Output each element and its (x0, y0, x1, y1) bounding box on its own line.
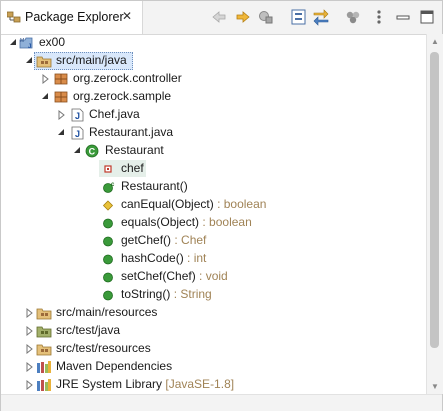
tree-label: hashCode() : int (121, 251, 207, 265)
tree-item-method-tostring[interactable]: toString() : String (1, 286, 426, 304)
tree-item-package-sample[interactable]: org.zerock.sample (1, 88, 426, 106)
svg-text:M: M (20, 38, 24, 44)
project-tree: M J ex00 src/main/java org.zerock.contro… (1, 34, 426, 394)
tree-label: equals(Object) : boolean (121, 215, 252, 229)
tree-label: setChef(Chef) : void (121, 269, 228, 283)
tree-label: Chef.java (89, 107, 140, 121)
tree-label: org.zerock.controller (73, 71, 182, 85)
svg-text:J: J (28, 44, 31, 50)
tree-label: canEqual(Object) : boolean (121, 197, 267, 211)
tab-title: Package Explorer (25, 10, 124, 24)
collapsed-arrow-icon[interactable] (25, 308, 33, 318)
source-folder-icon (36, 308, 52, 320)
tree-label: Restaurant.java (89, 125, 174, 139)
public-method-icon (103, 218, 113, 229)
tree-label: src/test/java (56, 323, 121, 337)
tree-label: org.zerock.sample (73, 89, 172, 103)
maximize-icon[interactable] (417, 7, 437, 27)
collapse-all-icon[interactable] (289, 7, 309, 27)
tree-label: Maven Dependencies (56, 359, 173, 373)
expanded-arrow-icon[interactable] (25, 56, 33, 66)
tree-item-src-main-java[interactable]: src/main/java (1, 52, 426, 70)
tree-item-class-restaurant[interactable]: C Restaurant (1, 142, 426, 160)
tree-item-project[interactable]: M J ex00 (1, 34, 426, 52)
close-icon[interactable]: ✕ (122, 9, 132, 23)
tree-item-method-equals[interactable]: equals(Object) : boolean (1, 214, 426, 232)
package-explorer-view: Package Explorer ✕ M J ex00 src/main/jav… (0, 0, 443, 411)
collapsed-arrow-icon[interactable] (25, 380, 33, 390)
package-explorer-icon (7, 11, 21, 23)
tree-label: JRE System Library [JavaSE-1.8] (56, 377, 235, 391)
vertical-scrollbar[interactable]: ▲ ▼ (426, 34, 443, 394)
tree-item-method-hashcode[interactable]: hashCode() : int (1, 250, 426, 268)
java-file-icon: J (71, 108, 84, 122)
public-method-icon (103, 236, 113, 247)
collapsed-arrow-icon[interactable] (57, 110, 65, 120)
tree-item-jre-library[interactable]: JRE System Library [JavaSE-1.8] (1, 376, 426, 394)
maven-project-icon: M J (19, 37, 33, 50)
package-icon (54, 91, 68, 103)
tree-item-src-test-resources[interactable]: src/test/resources (1, 340, 426, 358)
filters-icon[interactable] (343, 7, 363, 27)
svg-text:c: c (111, 182, 115, 188)
tree-label: src/test/resources (56, 341, 151, 355)
tree-item-src-test-java[interactable]: src/test/java (1, 322, 426, 340)
tree-label: ex00 (39, 35, 66, 49)
class-icon: C (85, 144, 99, 158)
tree-item-method-canequal[interactable]: canEqual(Object) : boolean (1, 196, 426, 214)
tree-label: toString() : String (121, 287, 212, 301)
tree-label: src/main/java (56, 53, 127, 67)
expanded-arrow-icon[interactable] (73, 146, 81, 156)
library-icon (37, 361, 51, 373)
scroll-up-icon[interactable]: ▲ (431, 37, 439, 46)
public-method-icon (103, 254, 113, 265)
tree-label: Restaurant (105, 143, 164, 157)
constructor-icon: c (103, 182, 115, 193)
svg-text:J: J (75, 129, 80, 139)
scrollbar-thumb[interactable] (430, 52, 439, 348)
tree-item-chef-java[interactable]: J Chef.java (1, 106, 426, 124)
link-with-editor-icon[interactable] (311, 7, 331, 27)
forward-icon[interactable] (233, 7, 253, 27)
tree-item-constructor[interactable]: c Restaurant() (1, 178, 426, 196)
expanded-arrow-icon[interactable] (9, 38, 17, 48)
library-icon (37, 379, 51, 391)
collapsed-arrow-icon[interactable] (41, 74, 49, 84)
tab-package-explorer[interactable]: Package Explorer ✕ (1, 1, 143, 34)
tree-item-maven-dependencies[interactable]: Maven Dependencies (1, 358, 426, 376)
package-icon (54, 73, 68, 85)
view-menu-icon[interactable] (369, 7, 389, 27)
expanded-arrow-icon[interactable] (57, 128, 65, 138)
tree-item-method-setchef[interactable]: setChef(Chef) : void (1, 268, 426, 286)
view-tab-bar: Package Explorer ✕ (1, 1, 442, 35)
tree-item-field-chef[interactable]: chef (1, 160, 426, 178)
expanded-arrow-icon[interactable] (41, 92, 49, 102)
scroll-down-icon[interactable]: ▼ (431, 382, 439, 391)
back-icon[interactable] (209, 7, 229, 27)
svg-text:C: C (89, 147, 96, 157)
tree-item-restaurant-java[interactable]: J Restaurant.java (1, 124, 426, 142)
tree-label: src/main/resources (56, 305, 158, 319)
public-method-icon (103, 272, 113, 283)
source-folder-icon (36, 344, 52, 356)
collapsed-arrow-icon[interactable] (25, 362, 33, 372)
java-file-icon: J (71, 126, 84, 140)
test-source-folder-icon (36, 326, 52, 338)
tree-item-src-main-resources[interactable]: src/main/resources (1, 304, 426, 322)
tree-label: chef (121, 161, 144, 175)
collapsed-arrow-icon[interactable] (25, 344, 33, 354)
tree-label: getChef() : Chef (121, 233, 207, 247)
minimize-icon[interactable] (393, 7, 413, 27)
link-icon[interactable] (256, 7, 276, 27)
tree-label: Restaurant() (121, 179, 188, 193)
tree-item-package-controller[interactable]: org.zerock.controller (1, 70, 426, 88)
private-field-icon (104, 165, 112, 173)
collapsed-arrow-icon[interactable] (25, 326, 33, 336)
svg-text:J: J (75, 111, 80, 121)
tree-item-method-getchef[interactable]: getChef() : Chef (1, 232, 426, 250)
source-folder-icon (36, 56, 52, 68)
public-method-icon (103, 290, 113, 301)
horizontal-scrollbar[interactable] (1, 394, 442, 411)
protected-method-icon (102, 200, 114, 211)
